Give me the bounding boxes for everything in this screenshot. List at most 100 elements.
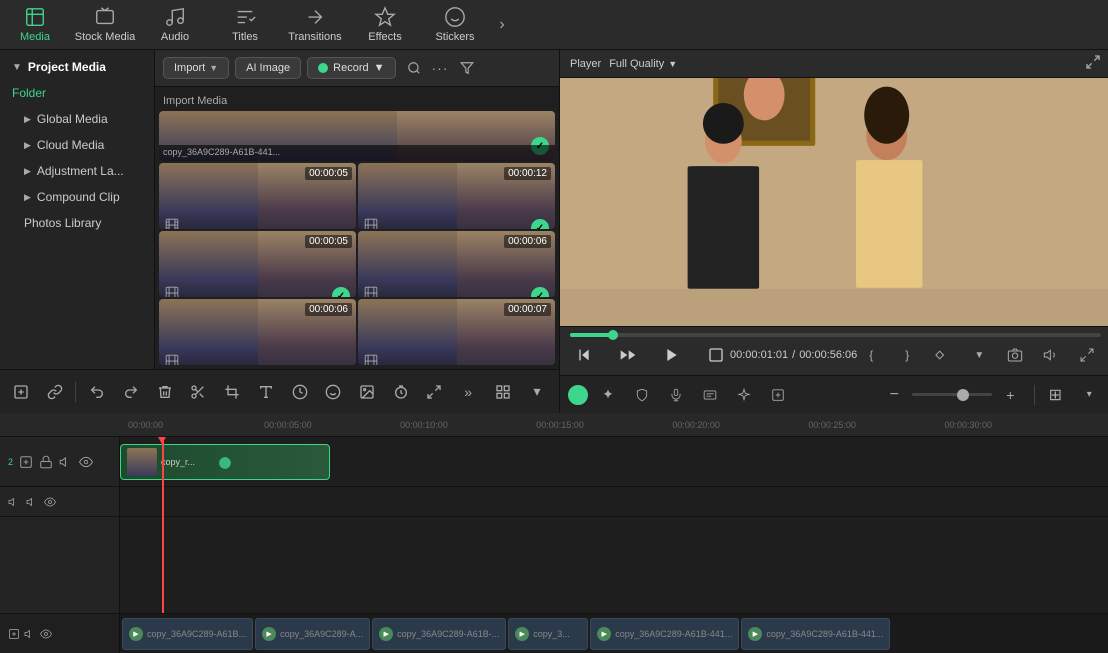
track-volume-icon[interactable]	[59, 455, 73, 469]
toolbar-audio[interactable]: Audio	[140, 0, 210, 49]
stop-button[interactable]	[702, 341, 730, 369]
record-button[interactable]: Record ▼	[307, 57, 395, 79]
image-button[interactable]	[354, 378, 380, 406]
redo-button[interactable]	[118, 378, 144, 406]
list-item[interactable]: 00:00:06 copy_36A9C289-A61B-441...	[159, 299, 356, 365]
progress-bar[interactable]	[570, 333, 1101, 337]
quality-label: Full Quality	[609, 58, 664, 70]
list-item[interactable]: 00:00:07 copy_36A9C289-A61B-441...	[358, 299, 555, 365]
list-item[interactable]: ▶ copy_36A9C289-A61B-...	[372, 618, 506, 650]
add-track-button[interactable]	[764, 381, 792, 409]
sidebar-collapse-icon[interactable]: ▼	[12, 62, 22, 73]
link-button[interactable]	[42, 378, 68, 406]
snapshot-button[interactable]	[1001, 341, 1029, 369]
list-item[interactable]: 00:00:06 ✓ copy_36A9C289-A61B-441...	[358, 231, 555, 297]
list-item[interactable]: ▶ copy_36A9C289-A61B-441...	[590, 618, 739, 650]
sidebar-item-adjustment-layer[interactable]: ▶ Adjustment La...	[0, 158, 154, 184]
expand-button[interactable]	[422, 378, 448, 406]
sidebar-item-compound-clip[interactable]: ▶ Compound Clip	[0, 184, 154, 210]
sidebar-item-global-media[interactable]: ▶ Global Media	[0, 106, 154, 132]
bottom-track-add[interactable]	[8, 628, 20, 640]
track-eye-icon2[interactable]	[44, 496, 56, 508]
toolbar-stickers[interactable]: Stickers	[420, 0, 490, 49]
cut-button[interactable]	[186, 378, 212, 406]
layout-chevron[interactable]: ▾	[1075, 381, 1103, 409]
list-item[interactable]: ▶ copy_36A9C289-A61B...	[122, 618, 253, 650]
track-volume-icon2[interactable]	[26, 496, 38, 508]
track-lock-icon[interactable]	[39, 455, 53, 469]
crop-button[interactable]	[219, 378, 245, 406]
list-item[interactable]: 00:00:05 copy_36A9C289-A61B-441...	[159, 163, 356, 229]
bottom-track-audio[interactable]	[24, 628, 36, 640]
media-item-top[interactable]: ✓ copy_36A9C289-A61B-441...	[159, 111, 555, 161]
record-indicator-button[interactable]	[568, 385, 588, 405]
timer-button[interactable]	[388, 378, 414, 406]
sidebar-item-cloud-media[interactable]: ▶ Cloud Media	[0, 132, 154, 158]
track-clip[interactable]: copy_r...	[120, 444, 330, 480]
zoom-slider[interactable]	[912, 393, 992, 396]
ruler-time-3: 00:00:15:00	[536, 420, 584, 430]
more-options-icon[interactable]: ···	[432, 60, 449, 76]
toolbar-transitions[interactable]: Transitions	[280, 0, 350, 49]
in-point-button[interactable]: {	[857, 341, 885, 369]
list-item[interactable]: ▶ copy_3...	[508, 618, 588, 650]
progress-thumb	[608, 330, 618, 340]
playback-extra: { } ▼	[857, 341, 1101, 369]
toolbar-media[interactable]: Media	[0, 0, 70, 49]
layout-button[interactable]: ⊞	[1041, 381, 1069, 409]
toolbar-titles[interactable]: Titles	[210, 0, 280, 49]
track-row-main: copy_r...	[120, 437, 1108, 487]
clip-icon	[218, 456, 232, 475]
zoom-in-button[interactable]: +	[996, 381, 1024, 409]
track-add-icon[interactable]	[19, 455, 33, 469]
sparkle-button[interactable]: ✦	[594, 381, 622, 409]
text-button[interactable]	[253, 378, 279, 406]
player-label: Player	[570, 58, 601, 70]
out-point-button[interactable]: }	[893, 341, 921, 369]
sidebar-folder[interactable]: Folder	[0, 80, 154, 106]
list-item[interactable]: 00:00:05 ✓ copy_36A9C289-A61B-441...	[159, 231, 356, 297]
quality-select[interactable]: Full Quality ▼	[609, 58, 677, 70]
list-item[interactable]: ▶ copy_36A9C289-A61B-441...	[741, 618, 890, 650]
more-tools-button[interactable]: »	[455, 378, 481, 406]
delete-button[interactable]	[152, 378, 178, 406]
import-button[interactable]: Import ▼	[163, 57, 229, 79]
toolbar-stock-media[interactable]: Stock Media	[70, 0, 140, 49]
sidebar-item-photos-library[interactable]: Photos Library	[0, 210, 154, 236]
keyframe-button[interactable]	[929, 341, 957, 369]
search-icon[interactable]	[402, 56, 426, 80]
caption-button[interactable]	[696, 381, 724, 409]
zoom-out-button[interactable]: −	[880, 381, 908, 409]
emoji-button[interactable]	[320, 378, 346, 406]
track-eye-icon[interactable]	[79, 455, 93, 469]
settings-button[interactable]: ▾	[523, 378, 551, 406]
audio-button[interactable]	[1037, 341, 1065, 369]
ai-image-button[interactable]: AI Image	[235, 57, 301, 79]
toolbar-audio-label: Audio	[161, 31, 189, 43]
media-duration: 00:00:12	[504, 167, 551, 180]
play-backward-button[interactable]	[614, 341, 642, 369]
mic-button[interactable]	[662, 381, 690, 409]
skip-back-button[interactable]	[570, 341, 598, 369]
clip-label: copy_36A9C289-A61B-441...	[766, 629, 883, 639]
toolbar-more-button[interactable]: ›	[490, 0, 514, 50]
list-item[interactable]: 00:00:12 ✓ copy_8943C0BA-902B-40...	[358, 163, 555, 229]
zoom-control: − +	[880, 381, 1024, 409]
preview-expand-icon[interactable]	[1085, 54, 1101, 73]
magic-button[interactable]	[730, 381, 758, 409]
undo-button[interactable]	[84, 378, 110, 406]
track-add-icon2[interactable]	[8, 496, 20, 508]
grid-view-button[interactable]	[489, 378, 517, 406]
bottom-track-eye[interactable]	[40, 628, 52, 640]
toolbar-effects-label: Effects	[368, 31, 401, 43]
clock-button[interactable]	[287, 378, 313, 406]
play-button[interactable]	[658, 341, 686, 369]
fullscreen-button[interactable]	[1073, 341, 1101, 369]
chevron-down-button[interactable]: ▼	[965, 341, 993, 369]
list-item[interactable]: ▶ copy_36A9C289-A...	[255, 618, 370, 650]
toolbar-effects[interactable]: Effects	[350, 0, 420, 49]
toolbar-transitions-label: Transitions	[288, 31, 341, 43]
add-to-timeline-button[interactable]	[8, 378, 34, 406]
shield-button[interactable]	[628, 381, 656, 409]
filter-icon[interactable]	[455, 56, 479, 80]
